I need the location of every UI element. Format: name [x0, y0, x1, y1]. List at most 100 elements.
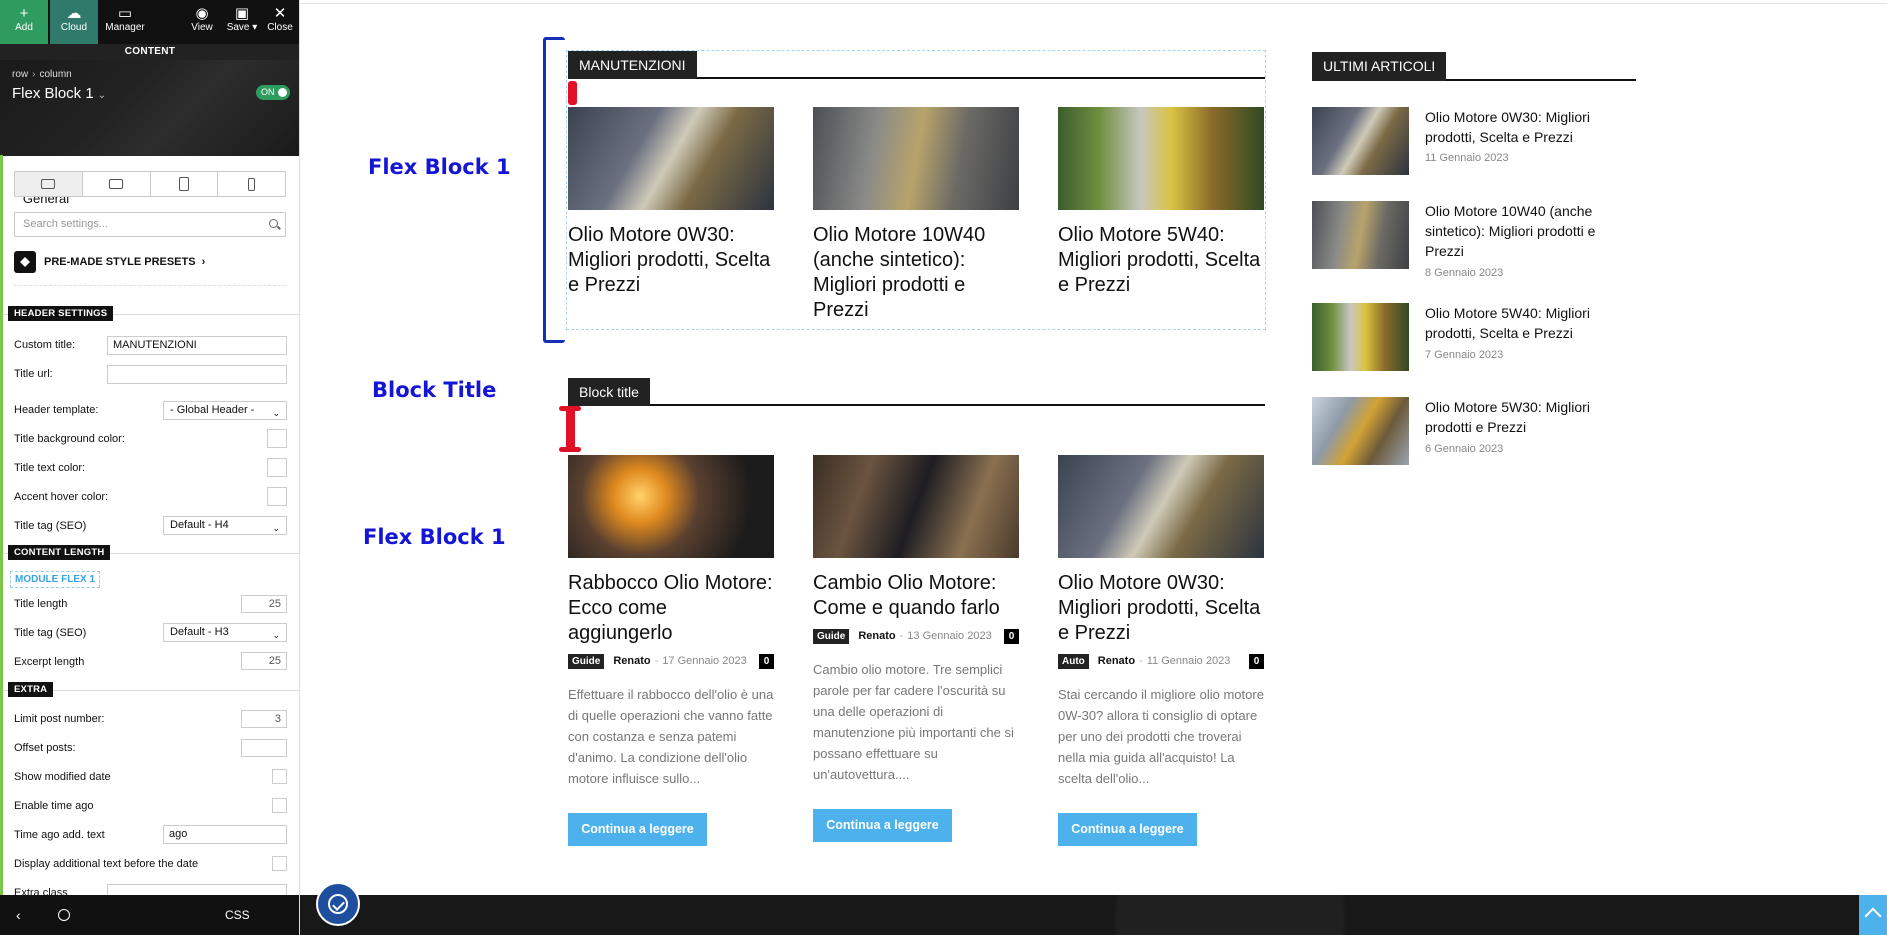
post-thumbnail[interactable] [568, 455, 774, 558]
eye-icon: ◉ [195, 5, 209, 22]
article-title[interactable]: Olio Motore 0W30: Migliori prodotti, Sce… [1425, 107, 1635, 147]
sidebar-article: Olio Motore 5W40: Migliori prodotti, Sce… [1312, 303, 1642, 373]
layers-icon: ▭ [117, 5, 133, 22]
breadcrumb-row[interactable]: row [12, 69, 28, 80]
offset-posts-input[interactable] [241, 739, 287, 757]
breadcrumb-column[interactable]: column [39, 69, 71, 80]
manager-label: Manager [105, 22, 145, 33]
css-button[interactable]: CSS [225, 908, 250, 922]
post-date: 17 Gennaio 2023 [662, 655, 747, 667]
cube-icon [14, 251, 36, 273]
read-more-button[interactable]: Continua a leggere [568, 813, 707, 846]
article-thumbnail[interactable] [1312, 201, 1409, 269]
floppy-icon: ▣ [234, 5, 250, 22]
post-card: Cambio Olio Motore: Come e quando farlo … [813, 455, 1019, 785]
custom-title-input[interactable]: MANUTENZIONI [107, 336, 287, 355]
post-title[interactable]: Olio Motore 10W40 (anche sintetico): Mig… [813, 223, 1019, 323]
article-title[interactable]: Olio Motore 5W30: Migliori prodotti e Pr… [1425, 397, 1635, 437]
title-length-input[interactable]: 25 [241, 595, 287, 613]
save-button[interactable]: ▣ Save ▾ [220, 0, 264, 44]
custom-title-label: Custom title: [14, 339, 76, 351]
close-button[interactable]: ✕ Close [260, 0, 299, 44]
block-title[interactable]: Block title [568, 378, 650, 406]
style-presets-link[interactable]: PRE-MADE STYLE PRESETS › [14, 250, 205, 274]
post-title[interactable]: Rabbocco Olio Motore: Ecco come aggiunge… [568, 571, 774, 646]
accent-hover-swatch[interactable] [267, 487, 287, 506]
title-url-input[interactable] [107, 365, 287, 384]
show-modified-date-checkbox[interactable] [272, 769, 287, 784]
title-url-label: Title url: [14, 368, 53, 380]
post-author[interactable]: Renato [1098, 655, 1135, 667]
category-badge[interactable]: Guide [568, 654, 605, 669]
post-thumbnail[interactable] [1058, 107, 1264, 210]
header-template-select[interactable]: - Global Header - ⌄ [163, 401, 287, 420]
view-button[interactable]: ◉ View [180, 0, 224, 44]
post-author[interactable]: Renato [613, 655, 650, 667]
time-ago-text-input[interactable]: ago [163, 825, 287, 844]
post-title[interactable]: Olio Motore 0W30: Migliori prodotti, Sce… [568, 223, 774, 298]
search-settings-input[interactable]: Search settings... [14, 212, 286, 237]
scroll-to-top-button[interactable] [1859, 895, 1887, 935]
post-author[interactable]: Renato [858, 630, 895, 642]
category-badge[interactable]: Guide [813, 629, 850, 644]
article-title[interactable]: Olio Motore 5W40: Migliori prodotti, Sce… [1425, 303, 1635, 343]
display-additional-text-checkbox[interactable] [272, 856, 287, 871]
article-title[interactable]: Olio Motore 10W40 (anche sintetico): Mig… [1425, 201, 1635, 261]
title-length-label: Title length [14, 598, 68, 610]
category-badge[interactable]: Auto [1058, 654, 1089, 669]
annotation-bracket [543, 37, 565, 343]
article-thumbnail[interactable] [1312, 397, 1409, 465]
toggle-label: ON [261, 87, 275, 97]
toggle-knob [278, 88, 287, 97]
excerpt-length-input[interactable]: 25 [241, 652, 287, 670]
post-thumbnail[interactable] [813, 455, 1019, 558]
search-icon [269, 219, 278, 228]
title-tag-value: Default - H4 [170, 519, 229, 531]
manager-button[interactable]: ▭ Manager [100, 0, 150, 44]
post-date: 11 Gennaio 2023 [1146, 655, 1231, 667]
post-thumbnail[interactable] [813, 107, 1019, 210]
post-meta: Auto Renato -11 Gennaio 2023 0 [1058, 654, 1264, 669]
title-bg-color-swatch[interactable] [267, 429, 287, 448]
title-tag-select[interactable]: Default - H4 ⌄ [163, 516, 287, 535]
post-title[interactable]: Olio Motore 5W40: Migliori prodotti, Sce… [1058, 223, 1264, 298]
comment-count[interactable]: 0 [1004, 629, 1019, 644]
post-title[interactable]: Cambio Olio Motore: Come e quando farlo [813, 571, 1019, 621]
read-more-button[interactable]: Continua a leggere [1058, 813, 1197, 846]
article-thumbnail[interactable] [1312, 303, 1409, 371]
article-thumbnail[interactable] [1312, 107, 1409, 175]
search-placeholder: Search settings... [23, 218, 108, 230]
limit-post-input[interactable]: 3 [241, 710, 287, 728]
block-name-dropdown[interactable]: Flex Block 1 ⌄ [12, 85, 106, 102]
tablet-landscape-button[interactable] [83, 172, 151, 196]
chevron-down-icon: ⌄ [272, 523, 280, 533]
post-thumbnail[interactable] [1058, 455, 1264, 558]
post-meta: Guide Renato -17 Gennaio 2023 0 [568, 654, 774, 669]
chevron-down-icon: ⌄ [97, 90, 107, 101]
add-button[interactable]: + Add [0, 0, 48, 44]
block-title[interactable]: MANUTENZIONI [568, 51, 697, 79]
cookie-consent-button[interactable] [316, 882, 360, 926]
annotation-flex-block-bottom: Flex Block 1 [363, 525, 506, 549]
phone-button[interactable] [218, 172, 285, 196]
divider [300, 3, 1887, 4]
sidebar-title[interactable]: ULTIMI ARTICOLI [1312, 52, 1447, 81]
save-label: Save [226, 22, 250, 33]
title-tag-h3-select[interactable]: Default - H3 ⌄ [163, 623, 287, 642]
post-title[interactable]: Olio Motore 0W30: Migliori prodotti, Sce… [1058, 571, 1264, 646]
comment-count[interactable]: 0 [1249, 654, 1264, 669]
back-icon[interactable]: ‹ [16, 907, 21, 923]
block-on-toggle[interactable]: ON [256, 85, 290, 100]
tablet-portrait-button[interactable] [151, 172, 219, 196]
read-more-button[interactable]: Continua a leggere [813, 809, 952, 842]
comment-count[interactable]: 0 [759, 654, 774, 669]
annotation-red-mark [559, 406, 581, 411]
circle-icon[interactable] [58, 909, 70, 921]
desktop-device-button[interactable] [15, 172, 83, 196]
post-excerpt: Stai cercando il migliore olio motore 0W… [1058, 687, 1264, 786]
enable-time-ago-checkbox[interactable] [272, 798, 287, 813]
sidebar-article: Olio Motore 5W30: Migliori prodotti e Pr… [1312, 397, 1642, 467]
title-text-color-swatch[interactable] [267, 458, 287, 477]
cloud-button[interactable]: ☁ Cloud [50, 0, 98, 44]
post-thumbnail[interactable] [568, 107, 774, 210]
